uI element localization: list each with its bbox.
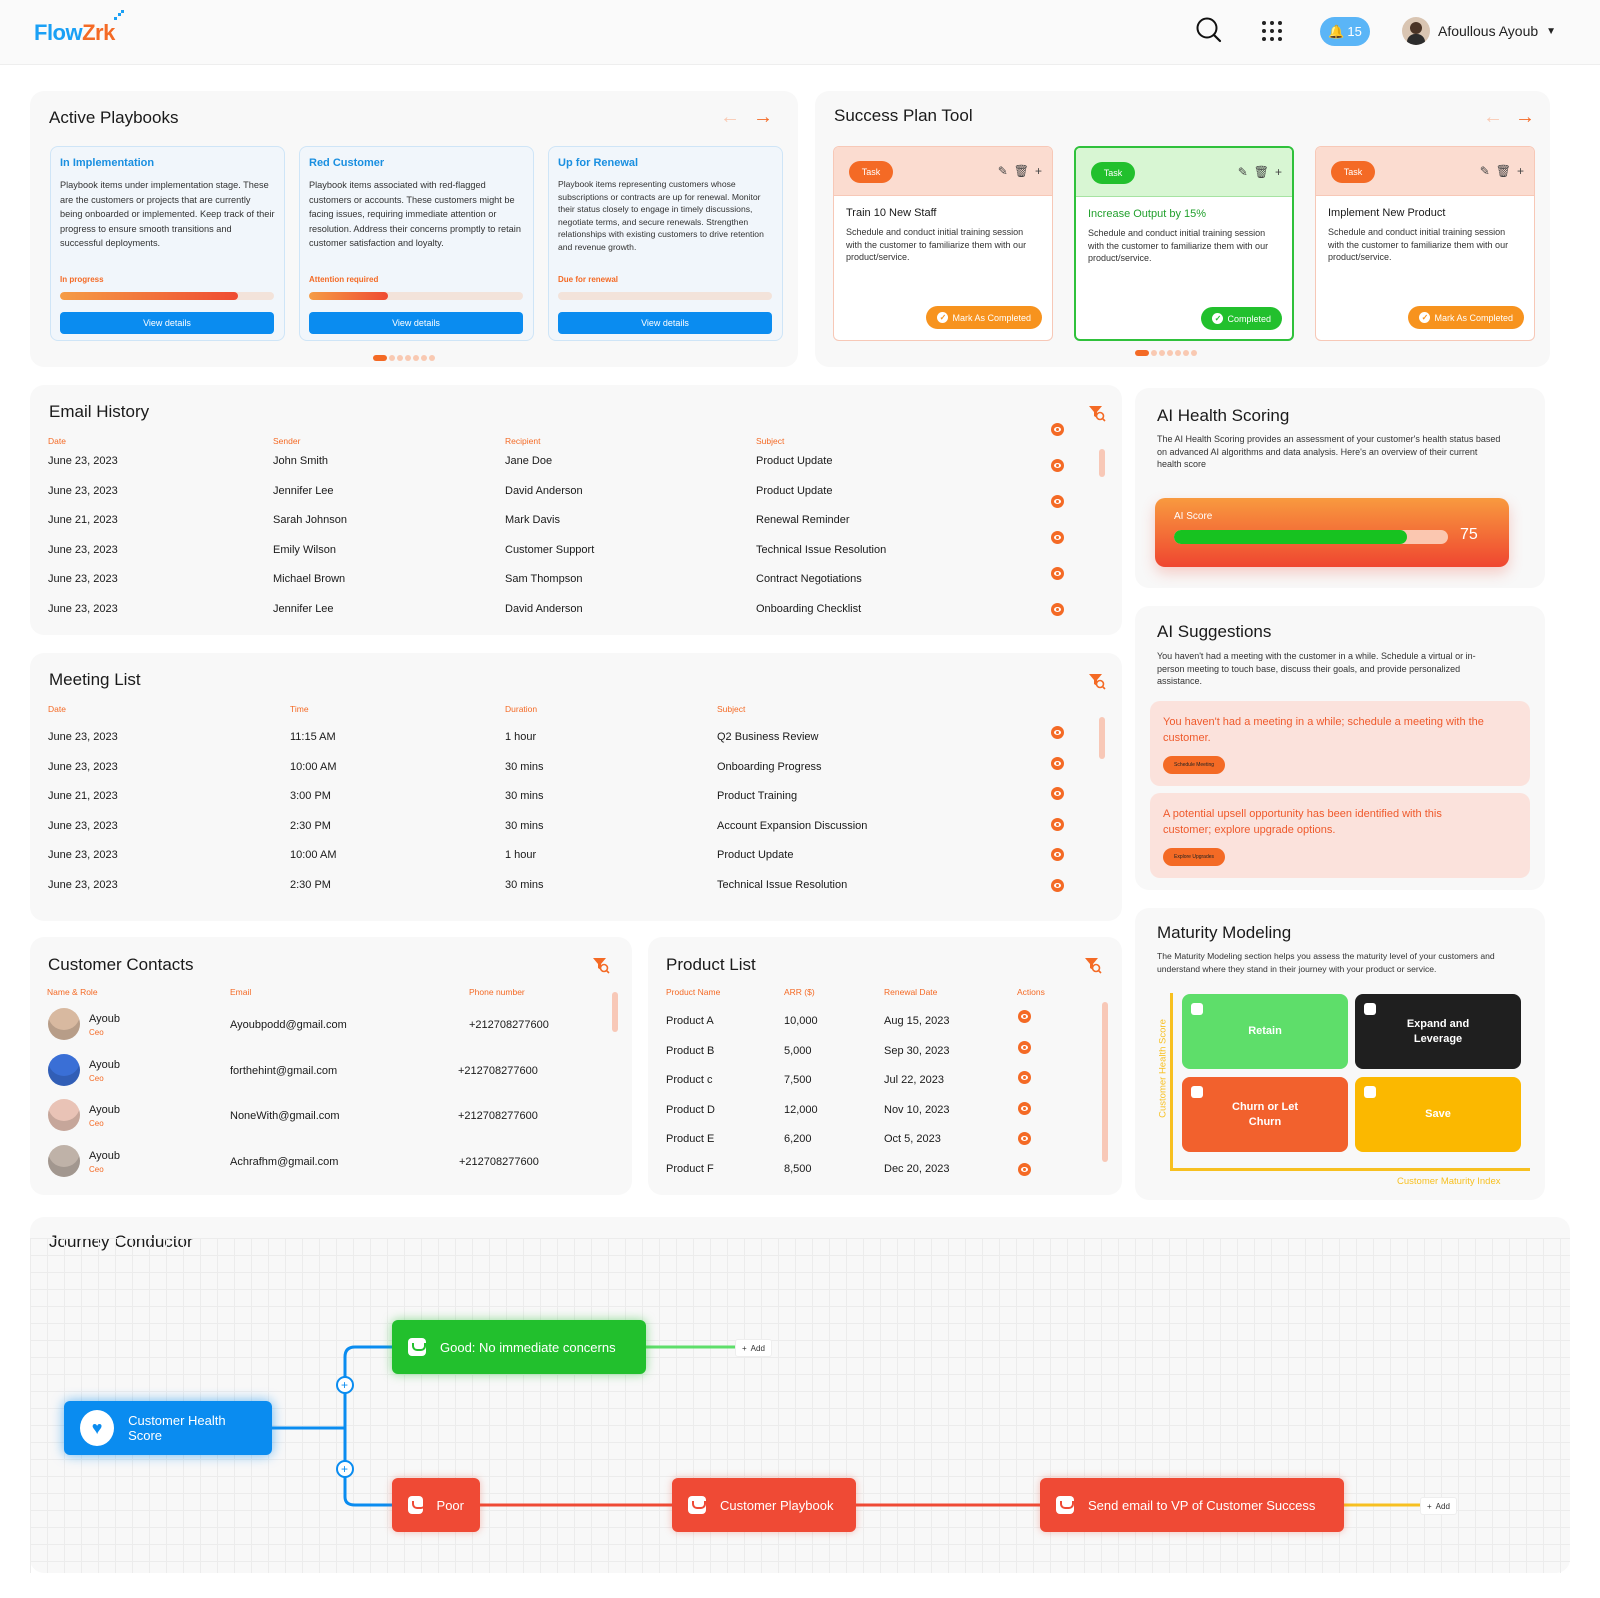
bot-icon xyxy=(688,1496,706,1514)
node-send-email[interactable]: Send email to VP of Customer Success xyxy=(1040,1478,1344,1532)
plus-icon: + xyxy=(742,1343,747,1353)
node-good[interactable]: Good: No immediate concerns xyxy=(392,1320,646,1374)
svg-text:+: + xyxy=(341,1378,348,1392)
journey-connectors: + + xyxy=(272,1345,1420,1507)
node-customer-health-score[interactable]: ♥ Customer Health Score xyxy=(64,1401,272,1455)
bot-icon xyxy=(1056,1496,1074,1514)
add-node-button[interactable]: + Add xyxy=(1420,1497,1457,1515)
add-node-button[interactable]: + Add xyxy=(735,1339,772,1357)
node-customer-playbook[interactable]: Customer Playbook xyxy=(672,1478,856,1532)
bot-icon xyxy=(408,1338,426,1356)
plus-icon: + xyxy=(1427,1501,1432,1511)
bot-icon xyxy=(408,1496,426,1514)
heart-icon: ♥ xyxy=(80,1410,115,1446)
node-poor[interactable]: Poor xyxy=(392,1478,480,1532)
svg-text:+: + xyxy=(341,1462,348,1476)
